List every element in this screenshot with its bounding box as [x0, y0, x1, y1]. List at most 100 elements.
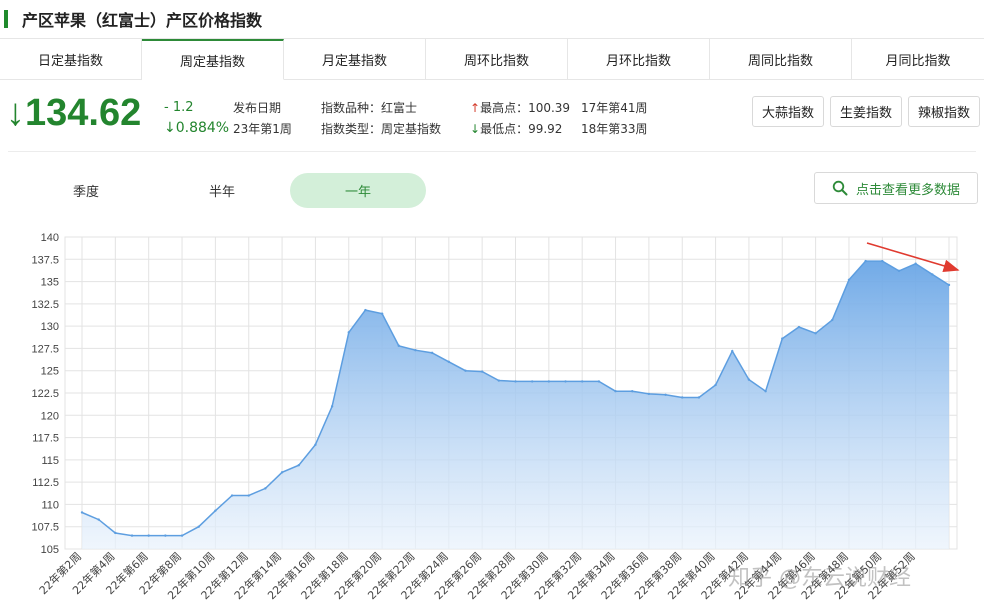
y-tick-label: 130	[41, 321, 59, 333]
data-point	[164, 534, 167, 537]
price-index-chart: 105 107.5 110 112.5 115 117.5 120 122.5 125 127.5…	[31, 232, 960, 602]
data-point	[264, 487, 267, 490]
title-accent-bar	[4, 10, 8, 28]
data-point	[230, 494, 234, 497]
watermark: 知乎 @东云说财经	[728, 566, 911, 591]
data-point	[430, 351, 434, 355]
data-point	[747, 378, 751, 381]
data-point	[631, 390, 634, 393]
data-point	[297, 464, 300, 467]
tab-weekly-yoy[interactable]: 周同比指数	[710, 39, 852, 80]
y-tick-label: 125	[41, 366, 59, 378]
data-point	[130, 534, 134, 537]
data-point	[214, 509, 217, 512]
change-percent: ↓0.884%	[164, 120, 230, 136]
index-kind-block: 指数品种：红富士 指数类型：周定基指数	[321, 98, 441, 140]
data-point	[480, 370, 484, 373]
range-one-year-button[interactable]: 一年	[290, 173, 426, 208]
data-point	[714, 383, 717, 387]
tab-monthly-chain[interactable]: 月环比指数	[568, 39, 710, 80]
y-tick-label: 132.5	[31, 299, 59, 311]
data-point	[564, 380, 567, 383]
y-axis: 105 107.5 110 112.5 115 117.5 120 122.5 125 127.5…	[31, 232, 59, 556]
data-point	[247, 494, 250, 497]
data-point	[497, 379, 501, 382]
high-label: 最高点：100.39	[480, 101, 571, 115]
data-point	[447, 360, 451, 363]
data-point	[914, 262, 917, 265]
data-point	[414, 349, 417, 352]
search-icon	[832, 180, 848, 196]
data-point	[180, 534, 184, 537]
data-point	[197, 525, 200, 528]
extremes-weeks-block: 17年第41周 18年第33周	[581, 98, 648, 140]
publish-label: 发布日期	[233, 101, 282, 115]
data-point	[847, 278, 851, 281]
data-point	[614, 390, 617, 393]
publish-value: 23年第1周	[233, 122, 292, 136]
page-title: 产区苹果（红富士）产区价格指数	[22, 11, 263, 30]
data-point	[897, 269, 901, 273]
y-tick-label: 135	[41, 277, 59, 289]
page-header: 产区苹果（红富士）产区价格指数	[0, 0, 984, 38]
data-point	[530, 380, 534, 383]
data-point	[781, 337, 784, 340]
y-tick-label: 122.5	[31, 388, 59, 400]
publish-date-block: 发布日期 23年第1周	[233, 98, 292, 140]
garlic-index-button[interactable]: 大蒜指数	[751, 96, 824, 127]
data-point	[330, 405, 334, 408]
data-point	[347, 331, 350, 334]
y-tick-label: 105	[41, 544, 59, 556]
y-tick-label: 107.5	[31, 522, 59, 534]
data-point	[280, 471, 284, 474]
data-point	[80, 511, 84, 514]
data-point	[764, 390, 767, 393]
data-point	[314, 443, 317, 446]
data-point	[397, 344, 400, 347]
divider	[8, 151, 976, 152]
down-arrow-icon: ↓	[470, 122, 481, 136]
tab-monthly-yoy[interactable]: 月同比指数	[852, 39, 984, 80]
tab-daily-fixed-base[interactable]: 日定基指数	[0, 39, 142, 80]
y-tick-label: 127.5	[31, 343, 59, 355]
data-point	[797, 325, 801, 329]
data-point	[731, 349, 734, 353]
change-value: - 1.2	[164, 100, 194, 115]
data-point	[697, 396, 701, 399]
data-point	[97, 518, 100, 521]
data-point	[364, 308, 367, 312]
y-tick-label: 120	[41, 410, 59, 422]
data-point	[464, 369, 467, 372]
data-point	[380, 312, 384, 315]
data-point	[514, 380, 517, 383]
y-tick-label: 110	[41, 499, 59, 511]
data-point	[931, 273, 934, 276]
summary-panel: ↓134.62 - 1.2 ↓0.884% 发布日期 23年第1周 指数品种：红…	[0, 82, 984, 150]
tab-weekly-fixed-base[interactable]: 周定基指数	[142, 39, 284, 80]
change-block: - 1.2 ↓0.884%	[164, 98, 229, 138]
data-point	[831, 318, 834, 322]
ginger-index-button[interactable]: 生姜指数	[829, 96, 902, 127]
more-data-button[interactable]: 点击查看更多数据	[814, 172, 978, 204]
current-index-value: ↓134.62	[6, 92, 141, 135]
category-buttons: 大蒜指数 生姜指数 辣椒指数	[751, 96, 980, 127]
range-season-button[interactable]: 季度	[18, 173, 154, 208]
index-value: 134.62	[25, 92, 142, 134]
low-label: 最低点：99.92	[480, 122, 563, 136]
data-point	[647, 392, 651, 396]
data-point	[881, 259, 884, 263]
high-week: 17年第41周	[581, 101, 648, 115]
data-point	[580, 380, 584, 383]
tab-weekly-chain[interactable]: 周环比指数	[426, 39, 568, 80]
data-point	[114, 531, 117, 535]
chili-index-button[interactable]: 辣椒指数	[907, 96, 980, 127]
data-point	[864, 259, 867, 263]
data-point	[664, 393, 667, 396]
index-kind: 指数品种：红富士	[321, 101, 418, 115]
tab-monthly-fixed-base[interactable]: 月定基指数	[284, 39, 426, 80]
y-tick-label: 117.5	[32, 433, 59, 445]
range-half-year-button[interactable]: 半年	[154, 173, 290, 208]
y-tick-label: 115	[41, 455, 59, 467]
data-point	[597, 380, 601, 383]
low-week: 18年第33周	[581, 122, 648, 136]
